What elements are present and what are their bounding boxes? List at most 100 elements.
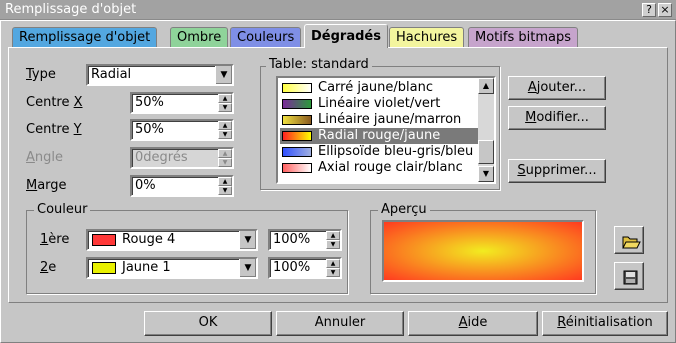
gradient-list-item[interactable]: Ellipsoïde bleu-gris/bleu xyxy=(280,144,478,160)
help-title-button[interactable]: ? xyxy=(642,3,656,17)
spin-down-icon[interactable]: ▼ xyxy=(218,130,232,139)
ok-button[interactable]: OK xyxy=(144,311,272,336)
first-intensity-value: 100% xyxy=(273,232,311,247)
gradient-name: Linéaire violet/vert xyxy=(318,96,441,111)
gradient-list[interactable]: Carré jaune/blanc Linéaire violet/vert Lin… xyxy=(276,76,496,184)
gradient-list-item[interactable]: Radial rouge/jaune xyxy=(280,128,478,144)
help-button[interactable]: Aide xyxy=(408,311,538,336)
cancel-button[interactable]: Annuler xyxy=(276,311,404,336)
tab-motifs-bitmaps[interactable]: Motifs bitmaps xyxy=(468,27,578,47)
chevron-down-icon[interactable]: ▼ xyxy=(215,66,232,84)
gradient-swatch xyxy=(282,163,312,173)
spin-down-icon[interactable]: ▼ xyxy=(326,240,340,249)
spin-up-icon[interactable]: ▲ xyxy=(218,177,232,186)
first-color-name: Rouge 4 xyxy=(122,232,176,247)
gradient-list-item[interactable]: Linéaire violet/vert xyxy=(280,96,478,112)
spin-up-icon[interactable]: ▲ xyxy=(326,259,340,268)
first-intensity-spinner[interactable]: ▲ ▼ xyxy=(326,231,340,249)
color-group-title: Couleur xyxy=(34,203,91,217)
angle-spinner: ▲ ▼ xyxy=(218,149,232,167)
angle-label: Angle xyxy=(26,150,64,165)
modify-button[interactable]: Modifier... xyxy=(508,106,606,130)
gradient-swatch xyxy=(282,115,312,125)
margin-label: Marge xyxy=(26,178,67,193)
tab-remplissage[interactable]: Remplissage d'objet xyxy=(12,27,158,47)
gradient-swatch xyxy=(282,83,312,93)
center-y-value: 50% xyxy=(135,122,164,137)
center-x-field[interactable]: 50% ▲ ▼ xyxy=(130,92,234,114)
second-intensity-field[interactable]: 100% ▲ ▼ xyxy=(268,257,342,279)
center-x-value: 50% xyxy=(135,95,164,110)
gradient-name: Radial rouge/jaune xyxy=(318,128,441,143)
list-scrollbar[interactable]: ▲ ▼ xyxy=(478,78,494,182)
chevron-down-icon[interactable]: ▼ xyxy=(239,231,256,249)
tab-ombre[interactable]: Ombre xyxy=(170,27,229,47)
center-y-label: Centre Y xyxy=(26,122,82,137)
preview-group-title: Aperçu xyxy=(378,203,430,217)
spin-down-icon[interactable]: ▼ xyxy=(218,186,232,195)
close-title-button[interactable]: × xyxy=(658,3,672,17)
save-table-button[interactable] xyxy=(614,262,644,290)
center-y-spinner[interactable]: ▲ ▼ xyxy=(218,121,232,139)
type-dropdown[interactable]: Radial ▼ xyxy=(86,64,234,86)
spin-up-icon[interactable]: ▲ xyxy=(218,94,232,103)
tab-label: Motifs bitmaps xyxy=(475,30,571,45)
scroll-down-icon[interactable]: ▼ xyxy=(478,166,494,182)
center-x-label: Centre X xyxy=(26,95,83,110)
gradient-preview xyxy=(382,220,584,282)
second-color-label: 2e xyxy=(40,260,57,275)
spin-up-icon[interactable]: ▲ xyxy=(218,121,232,130)
first-intensity-field[interactable]: 100% ▲ ▼ xyxy=(268,229,342,251)
center-x-spinner[interactable]: ▲ ▼ xyxy=(218,94,232,112)
gradient-name: Ellipsoïde bleu-gris/bleu xyxy=(318,144,474,159)
second-intensity-spinner[interactable]: ▲ ▼ xyxy=(326,259,340,277)
center-y-field[interactable]: 50% ▲ ▼ xyxy=(130,119,234,141)
gradient-name: Axial rouge clair/blanc xyxy=(318,160,463,175)
gradient-list-item[interactable]: Linéaire jaune/marron xyxy=(280,112,478,128)
gradient-name: Carré jaune/blanc xyxy=(318,80,434,95)
tab-degrades[interactable]: Dégradés xyxy=(304,24,388,48)
type-label: Type xyxy=(26,67,56,82)
color-group xyxy=(26,210,348,294)
first-color-dropdown[interactable]: Rouge 4 ▼ xyxy=(86,229,258,251)
gradient-list-item[interactable]: Carré jaune/blanc xyxy=(280,80,478,96)
close-icon: × xyxy=(660,3,670,16)
gradient-swatch xyxy=(282,131,312,141)
margin-value: 0% xyxy=(135,178,156,193)
help-icon: ? xyxy=(646,3,652,16)
tab-hachures[interactable]: Hachures xyxy=(389,27,465,47)
gradient-swatch xyxy=(282,147,312,157)
gradient-list-item[interactable]: Axial rouge clair/blanc xyxy=(280,160,478,176)
cancel-label: Annuler xyxy=(314,315,366,330)
chevron-down-icon[interactable]: ▼ xyxy=(239,259,256,277)
margin-field[interactable]: 0% ▲ ▼ xyxy=(130,175,234,197)
gradient-swatch xyxy=(282,99,312,109)
tab-couleurs[interactable]: Couleurs xyxy=(230,27,302,47)
spin-up-icon[interactable]: ▲ xyxy=(326,231,340,240)
add-button[interactable]: Ajouter... xyxy=(508,76,606,100)
save-icon xyxy=(623,270,638,285)
scroll-thumb[interactable] xyxy=(478,140,494,164)
ok-label: OK xyxy=(198,315,218,330)
reset-button[interactable]: Réinitialisation xyxy=(542,311,668,336)
tab-label: Ombre xyxy=(177,30,222,45)
tab-label: Couleurs xyxy=(237,30,295,45)
second-intensity-value: 100% xyxy=(273,260,311,275)
angle-value: 0degrés xyxy=(135,150,188,165)
scroll-up-icon[interactable]: ▲ xyxy=(478,78,494,94)
load-table-button[interactable] xyxy=(614,226,644,254)
second-color-dropdown[interactable]: Jaune 1 ▼ xyxy=(86,257,258,279)
delete-button[interactable]: Supprimer... xyxy=(508,159,606,183)
spin-down-icon[interactable]: ▼ xyxy=(326,268,340,277)
folder-open-icon xyxy=(622,236,641,249)
window-title-bar[interactable]: Remplissage d'objet xyxy=(0,0,676,20)
spin-down-icon[interactable]: ▼ xyxy=(218,103,232,112)
tab-label: Remplissage d'objet xyxy=(19,30,151,45)
gradient-name: Linéaire jaune/marron xyxy=(318,112,462,127)
window-title: Remplissage d'objet xyxy=(5,2,137,17)
tab-label: Dégradés xyxy=(311,29,381,44)
table-group-title: Table: standard xyxy=(266,58,372,72)
type-value: Radial xyxy=(91,67,132,82)
tab-label: Hachures xyxy=(396,30,458,45)
margin-spinner[interactable]: ▲ ▼ xyxy=(218,177,232,195)
